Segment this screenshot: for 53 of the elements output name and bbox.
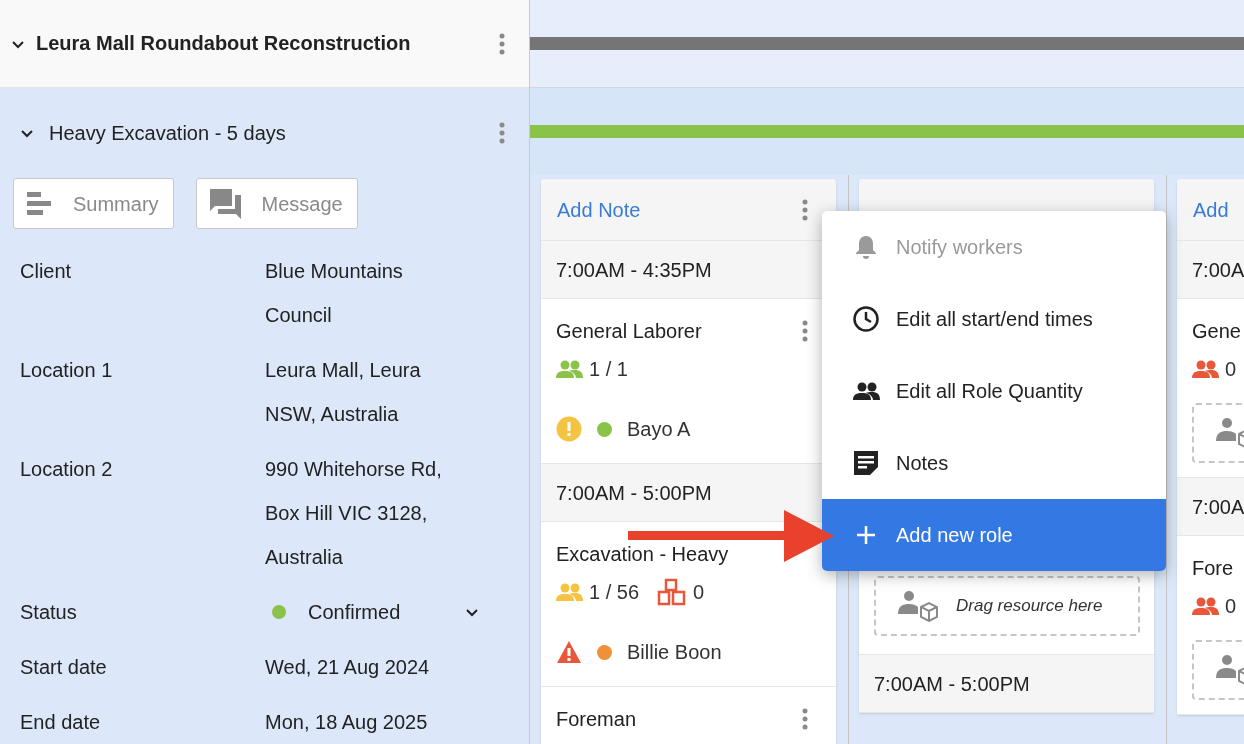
phase-title: Heavy Excavation - 5 days xyxy=(49,121,287,146)
warning-icon xyxy=(556,640,582,664)
project-title: Leura Mall Roundabout Reconstruction xyxy=(36,31,412,56)
time-range: 7:00AM - 4:35PM xyxy=(556,257,712,283)
add-note-link[interactable]: Add Note xyxy=(557,194,802,225)
role-name: Excavation - Heavy xyxy=(556,542,730,567)
people-icon xyxy=(852,382,880,400)
chat-icon xyxy=(209,188,242,219)
assignee-name[interactable]: Bayo A xyxy=(627,414,691,444)
role-count: 0 xyxy=(1225,594,1237,619)
field-value: Mon, 18 Aug 2025 xyxy=(265,710,429,735)
field-value: Leura Mall, Leura NSW, Australia xyxy=(265,358,422,427)
more-icon[interactable] xyxy=(802,320,808,342)
field-value: Blue Mountains Council xyxy=(265,259,404,328)
role-name: Foreman xyxy=(556,707,638,732)
more-icon[interactable] xyxy=(802,708,808,730)
menu-item[interactable]: Add new role xyxy=(822,499,1166,571)
alert-icon xyxy=(556,416,582,442)
field-label: Location 1 xyxy=(20,358,114,383)
role-count: 1 / 56 xyxy=(589,580,640,605)
field-label: Location 2 xyxy=(20,457,114,482)
menu-item[interactable]: Notes xyxy=(822,427,1166,499)
field-label: Start date xyxy=(20,655,108,680)
clock-icon xyxy=(852,306,880,332)
role-count: 1 / 1 xyxy=(589,357,628,382)
person-box-icon xyxy=(898,590,938,622)
field-value: Wed, 21 Aug 2024 xyxy=(265,655,431,680)
bars-icon xyxy=(27,191,53,216)
field-label: Status xyxy=(20,600,78,625)
field-label: End date xyxy=(20,710,102,735)
note-icon xyxy=(852,451,880,475)
role-name: Gene xyxy=(1192,319,1242,344)
time-range: 7:00AM - 5:00PM xyxy=(874,671,1030,697)
menu-item[interactable]: Edit all start/end times xyxy=(822,283,1166,355)
status-dropdown[interactable]: Confirmed xyxy=(265,590,510,634)
time-range: 7:00A xyxy=(1192,257,1244,283)
message-button[interactable]: Message xyxy=(195,178,358,229)
cubes-icon xyxy=(657,578,688,606)
more-icon[interactable] xyxy=(499,32,505,55)
field-value: 990 Whitehorse Rd, Box Hill VIC 3128, Australia xyxy=(265,457,443,570)
equipment-count: 0 xyxy=(693,580,705,605)
more-icon[interactable] xyxy=(802,198,808,221)
drop-zone[interactable]: Drag resource here xyxy=(874,576,1140,636)
time-range: 7:00AM - 5:00PM xyxy=(556,480,712,506)
role-name: Fore xyxy=(1192,556,1235,581)
time-range: 7:00A xyxy=(1192,494,1244,520)
role-name: General Laborer xyxy=(556,319,703,344)
role-count: 0 xyxy=(1225,357,1237,382)
more-icon[interactable] xyxy=(499,122,505,144)
field-label: Client xyxy=(20,259,73,284)
menu-item[interactable]: Edit all Role Quantity xyxy=(822,355,1166,427)
add-note-link[interactable]: Add xyxy=(1193,194,1244,225)
assignee-name[interactable]: Billie Boon xyxy=(627,637,722,667)
